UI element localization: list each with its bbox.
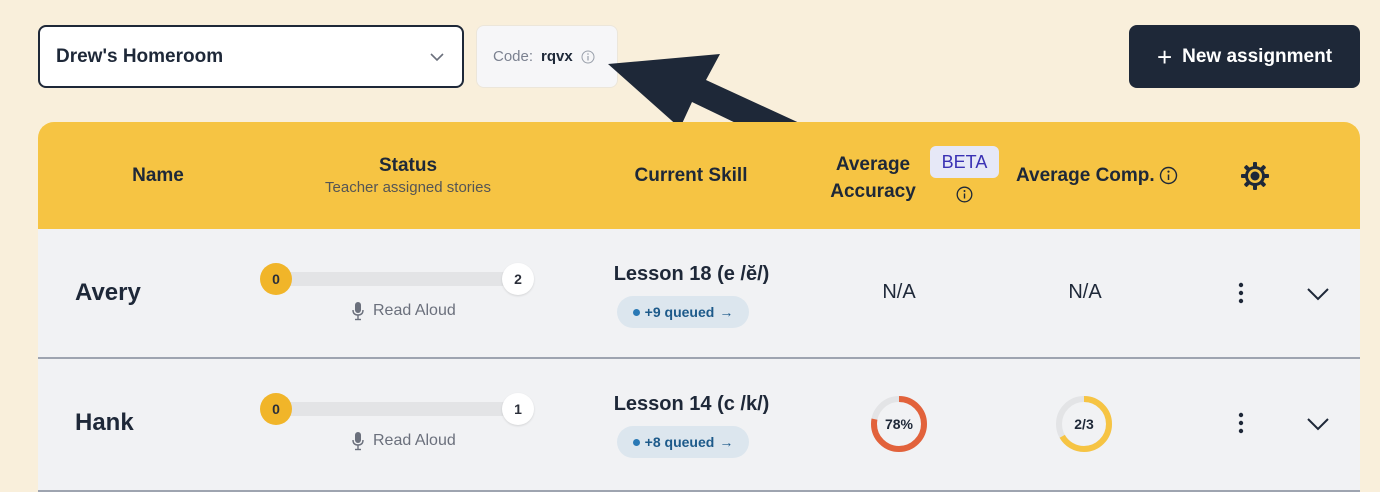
assignment-progress: 0 2: [260, 263, 534, 295]
progress-end-count: 2: [502, 263, 534, 295]
students-table: Name Status Teacher assigned stories Cur…: [38, 122, 1360, 492]
queued-badge[interactable]: +8 queued →: [617, 426, 749, 458]
student-name: Avery: [75, 279, 141, 306]
progress-track: [276, 272, 518, 286]
gear-icon[interactable]: [1239, 160, 1271, 192]
progress-start-count: 0: [260, 393, 292, 425]
comp-value: 2/3: [1074, 416, 1094, 432]
header-current-skill: Current Skill: [634, 165, 748, 186]
more-options-icon[interactable]: [1231, 281, 1251, 305]
queued-dot: [632, 308, 640, 316]
comp-info-icon[interactable]: [1159, 166, 1178, 185]
expand-chevron-icon[interactable]: [1305, 411, 1331, 437]
progress-track: [276, 402, 518, 416]
class-code-value: rqvx: [541, 48, 573, 65]
table-header: Name Status Teacher assigned stories Cur…: [38, 122, 1360, 229]
progress-start-count: 0: [260, 263, 292, 295]
queued-badge[interactable]: +9 queued →: [617, 296, 749, 328]
class-select-value: Drew's Homeroom: [56, 45, 224, 67]
table-row[interactable]: Avery 0 2 Read Aloud Lesson 18 (e /ĕ/) +…: [38, 229, 1360, 359]
accuracy-value: 78%: [885, 416, 914, 432]
class-code-label: Code:: [493, 48, 534, 65]
class-code-box: Code: rqvx: [476, 25, 618, 88]
arrow-right-icon: →: [719, 304, 734, 320]
header-average-accuracy: Average Accuracy: [830, 154, 916, 202]
average-comp-value: N/A: [1068, 281, 1102, 303]
accuracy-donut-chart: 78%: [871, 396, 927, 452]
new-assignment-button[interactable]: + New assignment: [1129, 25, 1360, 88]
progress-end-count: 1: [502, 393, 534, 425]
current-skill: Lesson 18 (e /ĕ/): [613, 263, 770, 285]
beta-badge: BETA: [930, 146, 999, 178]
new-assignment-label: New assignment: [1182, 45, 1333, 67]
more-options-icon[interactable]: [1231, 411, 1251, 435]
plus-icon: +: [1156, 41, 1173, 72]
header-status: Status Teacher assigned stories: [288, 155, 528, 196]
comp-donut-chart: 2/3: [1056, 396, 1112, 452]
accuracy-info-icon[interactable]: [956, 186, 973, 203]
info-icon[interactable]: [581, 50, 595, 64]
microphone-icon: [352, 432, 364, 451]
student-name: Hank: [75, 409, 134, 436]
header-average-comp: Average Comp.: [1016, 165, 1155, 186]
queued-dot: [632, 438, 640, 446]
average-accuracy-value: N/A: [882, 281, 916, 303]
class-select-dropdown[interactable]: Drew's Homeroom: [38, 25, 464, 88]
read-aloud-label: Read Aloud: [351, 431, 456, 451]
arrow-right-icon: →: [719, 434, 734, 450]
header-name[interactable]: Name: [108, 165, 208, 187]
table-row[interactable]: Hank 0 1 Read Aloud Lesson 14 (c /k/) +8…: [38, 359, 1360, 492]
expand-chevron-icon[interactable]: [1305, 281, 1331, 307]
chevron-down-icon: [430, 52, 444, 61]
header-status-sub: Teacher assigned stories: [325, 179, 491, 196]
assignment-progress: 0 1: [260, 393, 534, 425]
microphone-icon: [352, 302, 364, 321]
read-aloud-label: Read Aloud: [351, 301, 456, 321]
current-skill: Lesson 14 (c /k/): [613, 393, 770, 415]
